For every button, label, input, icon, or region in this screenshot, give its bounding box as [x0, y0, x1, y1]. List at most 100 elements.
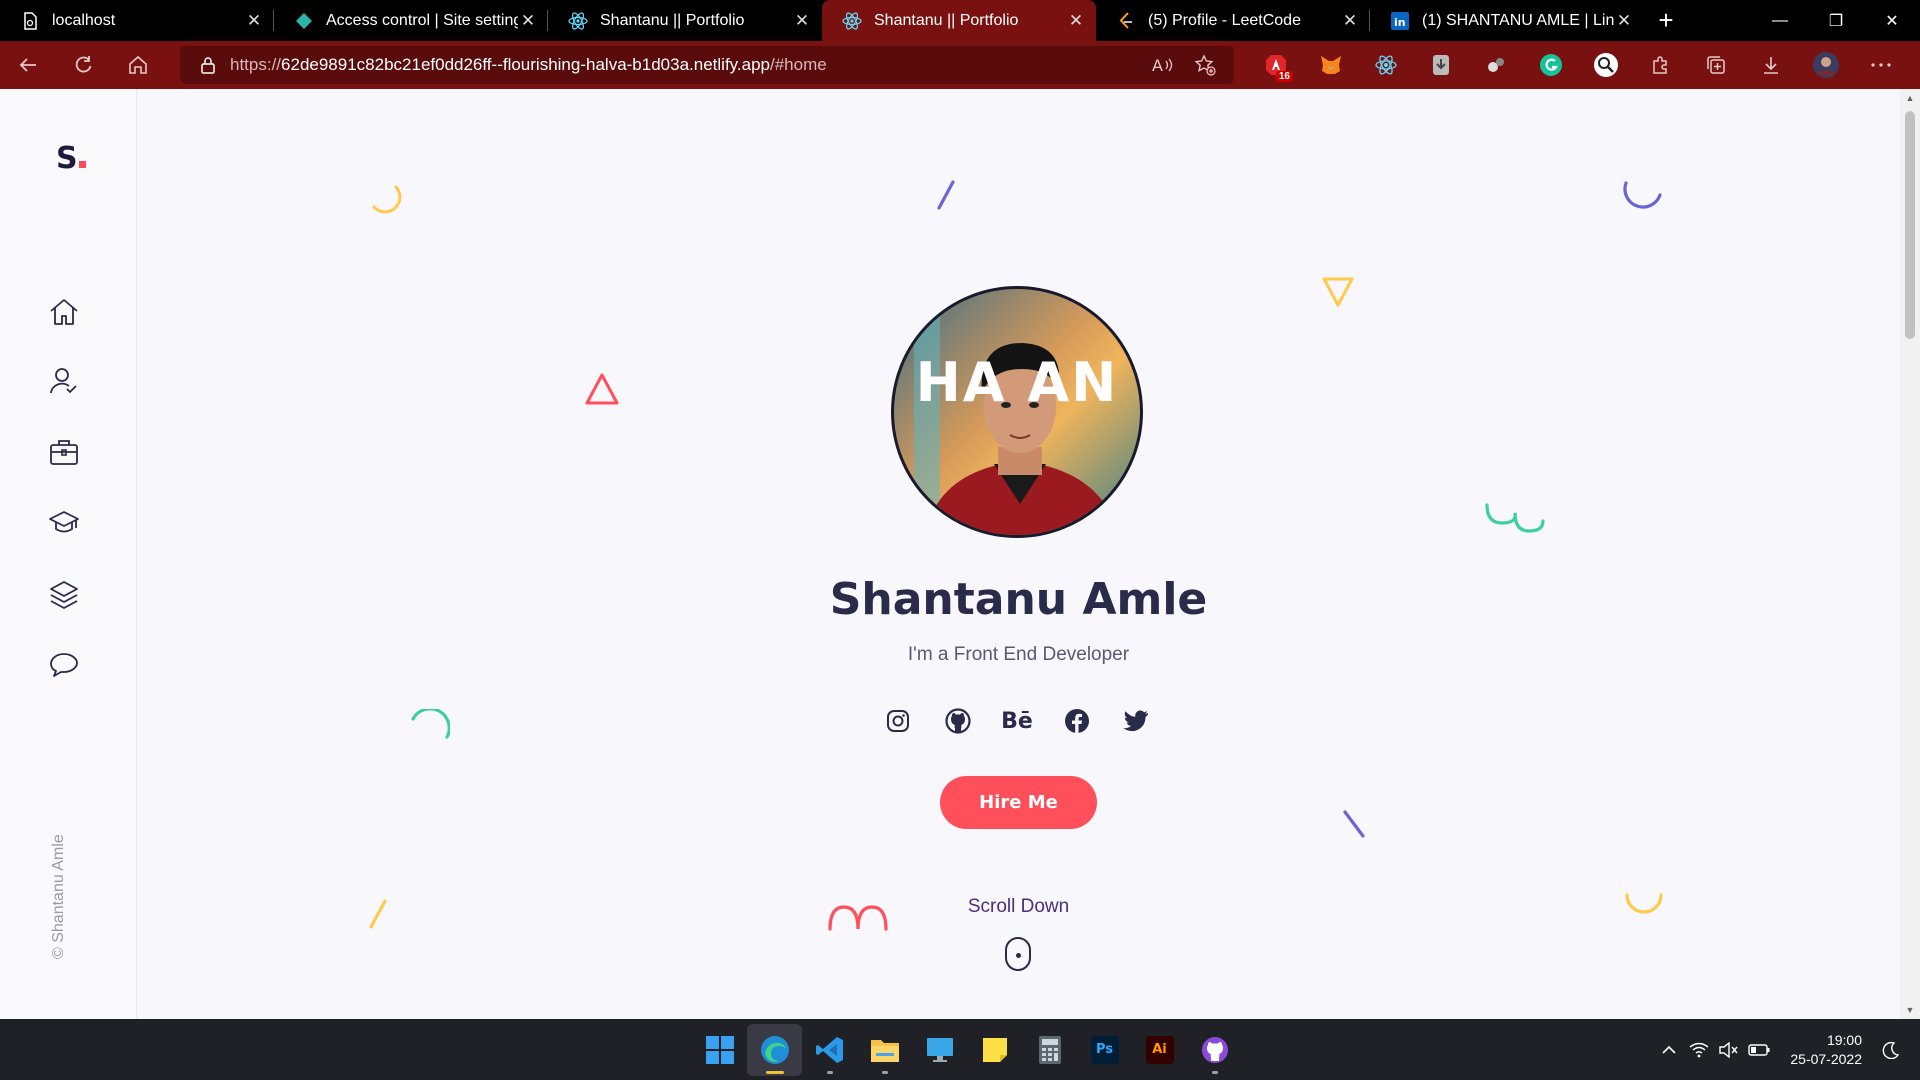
start-button[interactable]	[692, 1024, 747, 1076]
downloads-button[interactable]	[1743, 41, 1798, 89]
this-pc-icon	[926, 1037, 953, 1062]
extension-grammarly[interactable]	[1523, 41, 1578, 89]
tab-title: (1) SHANTANU AMLE | LinkedIn	[1422, 11, 1614, 29]
tray-volume[interactable]	[1714, 1019, 1744, 1080]
toggle-dots-icon	[1487, 58, 1504, 72]
more-dots-icon	[1870, 63, 1891, 67]
favorite-star-icon	[1194, 54, 1216, 76]
mouse-wheel	[1016, 953, 1021, 958]
extension-metamask[interactable]	[1303, 41, 1358, 89]
page-viewport: S © Shantanu Amle HA AN Shantanu Amle I'…	[0, 89, 1920, 1019]
back-arrow-icon	[19, 58, 36, 72]
scroll-up-arrow[interactable]: ▲	[1900, 89, 1920, 107]
profile-button[interactable]	[1798, 41, 1853, 89]
tab-leetcode[interactable]: (5) Profile - LeetCode ✕	[1096, 0, 1370, 41]
instagram-link[interactable]	[882, 705, 914, 737]
tab-close-button[interactable]: ✕	[1340, 11, 1360, 31]
briefcase-icon	[50, 440, 78, 465]
address-bar[interactable]: https://62de9891c82bc21ef0dd26ff--flouri…	[180, 46, 1234, 84]
extension-badge: 16	[1275, 71, 1293, 82]
taskbar-illustrator[interactable]: Ai	[1132, 1024, 1187, 1076]
taskbar: Ps Ai 19:00 25-07-2022	[0, 1019, 1920, 1080]
tab-localhost[interactable]: localhost ✕	[0, 0, 274, 41]
home-button[interactable]	[110, 41, 165, 89]
taskbar-clock[interactable]: 19:00 25-07-2022	[1774, 1031, 1876, 1069]
extension-toggle[interactable]	[1468, 41, 1523, 89]
tab-portfolio-active[interactable]: Shantanu || Portfolio ✕	[822, 0, 1096, 41]
logo-dot	[78, 161, 86, 168]
tab-close-button[interactable]: ✕	[518, 11, 538, 31]
home-icon	[50, 299, 78, 325]
taskbar-github-desktop[interactable]	[1187, 1024, 1242, 1076]
collections-button[interactable]	[1688, 41, 1743, 89]
github-desktop-icon	[1201, 1036, 1228, 1063]
close-window-button[interactable]: ✕	[1864, 0, 1920, 41]
taskbar-edge[interactable]	[747, 1023, 802, 1076]
hire-me-button[interactable]: Hire Me	[940, 776, 1097, 829]
lock-icon	[201, 57, 215, 74]
tab-linkedin[interactable]: in (1) SHANTANU AMLE | LinkedIn ✕	[1370, 0, 1644, 41]
behance-link[interactable]: Bē	[1001, 705, 1033, 737]
nav-services[interactable]	[47, 577, 81, 611]
tab-close-button[interactable]: ✕	[244, 11, 264, 31]
taskbar-vscode[interactable]	[802, 1024, 857, 1076]
refresh-button[interactable]	[55, 41, 110, 89]
clock-date: 25-07-2022	[1790, 1050, 1862, 1067]
extensions-button[interactable]	[1633, 41, 1688, 89]
collections-icon	[1706, 56, 1725, 74]
nav-about[interactable]	[47, 364, 81, 398]
extension-adblock[interactable]: 16	[1248, 41, 1303, 89]
nav-home[interactable]	[47, 295, 81, 329]
taskbar-calculator[interactable]	[1022, 1024, 1077, 1076]
tab-title: Shantanu || Portfolio	[874, 11, 1019, 29]
twitter-link[interactable]	[1120, 705, 1152, 737]
tab-access-control[interactable]: Access control | Site settings ✕	[274, 0, 548, 41]
grammarly-icon	[1539, 54, 1562, 76]
react-icon	[1374, 55, 1397, 75]
back-button[interactable]	[0, 41, 55, 89]
tab-title: localhost	[52, 11, 116, 29]
leetcode-icon	[1116, 11, 1136, 31]
taskbar-photoshop[interactable]: Ps	[1077, 1024, 1132, 1076]
social-links: Bē	[882, 705, 1152, 737]
scroll-down-link[interactable]: Scroll Down	[137, 896, 1900, 918]
tab-close-button[interactable]: ✕	[1066, 11, 1086, 31]
restore-button[interactable]: ❐	[1808, 0, 1864, 41]
scroll-down-arrow[interactable]: ▼	[1900, 1001, 1920, 1019]
sticky-notes-icon	[982, 1037, 1007, 1062]
taskbar-sticky-notes[interactable]	[967, 1024, 1022, 1076]
facebook-link[interactable]	[1061, 705, 1093, 737]
new-tab-button[interactable]: +	[1644, 0, 1688, 41]
wifi-icon	[1689, 1042, 1709, 1057]
tab-close-button[interactable]: ✕	[1614, 11, 1634, 31]
start-icon	[705, 1035, 734, 1064]
settings-more-button[interactable]	[1853, 41, 1908, 89]
taskbar-file-explorer[interactable]	[857, 1024, 912, 1076]
nav-contact[interactable]	[47, 648, 81, 682]
minimize-button[interactable]: —	[1752, 0, 1808, 41]
taskbar-this-pc[interactable]	[912, 1024, 967, 1076]
mouse-scroll-icon[interactable]	[1005, 937, 1031, 971]
github-link[interactable]	[942, 705, 974, 737]
extension-downloader[interactable]	[1413, 41, 1468, 89]
avatar-icon	[1812, 52, 1839, 78]
tab-close-button[interactable]: ✕	[792, 11, 812, 31]
sidebar: S © Shantanu Amle	[0, 89, 137, 1019]
url-text: https://62de9891c82bc21ef0dd26ff--flouri…	[230, 55, 827, 74]
page-icon	[20, 11, 40, 31]
tray-focus-assist[interactable]	[1876, 1019, 1906, 1080]
magnifier-icon	[1593, 53, 1618, 77]
tab-portfolio-1[interactable]: Shantanu || Portfolio ✕	[548, 0, 822, 41]
moon-icon	[1882, 1041, 1900, 1059]
extension-zoom-search[interactable]	[1578, 41, 1633, 89]
tray-overflow-button[interactable]	[1654, 1019, 1684, 1080]
nav-portfolio[interactable]	[47, 435, 81, 469]
site-logo[interactable]: S	[56, 141, 86, 176]
extension-react-devtools[interactable]	[1358, 41, 1413, 89]
tray-battery[interactable]	[1744, 1019, 1774, 1080]
scrollbar-thumb[interactable]	[1905, 111, 1915, 339]
battery-icon	[1748, 1043, 1770, 1056]
nav-education[interactable]	[47, 506, 81, 540]
tray-wifi[interactable]	[1684, 1019, 1714, 1080]
page-scrollbar[interactable]: ▲ ▼	[1900, 89, 1920, 1019]
